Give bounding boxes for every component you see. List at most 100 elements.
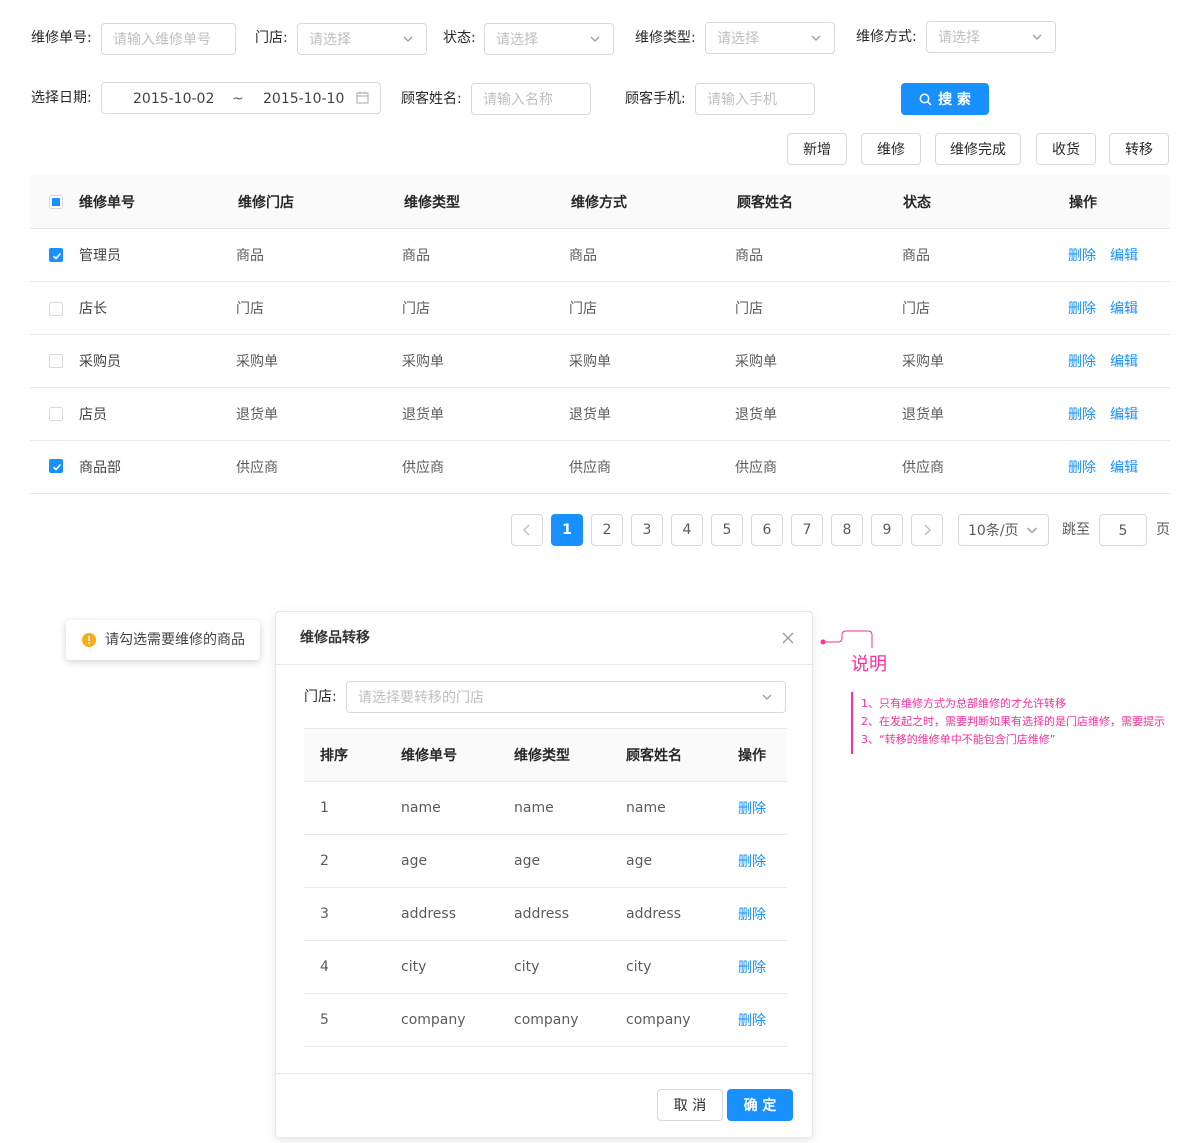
store-cell: 商品 [236,248,264,264]
repair-method-cell: 门店 [569,301,597,317]
modal-column-header: 操作 [738,748,766,764]
delete-link[interactable]: 删除 [738,782,766,834]
add-button[interactable]: 新增 [787,133,847,165]
repair-type-select[interactable]: 请选择 [705,22,835,54]
repair-type-cell: company [514,1012,579,1028]
edit-link[interactable]: 编辑 [1110,282,1138,334]
column-header: 状态 [903,194,931,211]
repair-method-placeholder: 请选择 [938,30,980,46]
customer-phone-input[interactable]: 请输入手机 [695,83,815,115]
confirm-button[interactable]: 确 定 [727,1089,793,1121]
edit-link[interactable]: 编辑 [1110,441,1138,493]
repair-method-cell: 供应商 [569,460,611,476]
delete-link[interactable]: 删除 [738,835,766,887]
chevron-down-icon [1031,31,1043,43]
customer-name-cell: name [626,800,666,816]
cancel-button[interactable]: 取 消 [657,1089,723,1121]
page-button[interactable]: 3 [631,514,663,546]
row-checkbox[interactable] [49,354,63,368]
prev-page-button[interactable] [511,514,543,546]
order-no-cell: address [401,906,457,922]
next-page-button[interactable] [911,514,943,546]
note-line: 3、“转移的维修单中不能包含门店维修” [861,733,1056,746]
delete-link[interactable]: 删除 [738,888,766,940]
delete-link[interactable]: 删除 [1068,388,1096,440]
edit-link[interactable]: 编辑 [1110,229,1138,281]
page-button[interactable]: 2 [591,514,623,546]
edit-link[interactable]: 编辑 [1110,388,1138,440]
column-header: 维修类型 [404,194,460,211]
delete-link[interactable]: 删除 [1068,441,1096,493]
customer-name-input[interactable]: 请输入名称 [471,83,591,115]
customer-name-cell: 退货单 [735,407,777,423]
row-checkbox[interactable] [49,248,63,262]
column-header: 维修单号 [79,194,135,211]
status-placeholder: 请选择 [496,32,538,48]
customer-phone-label: 顾客手机: [625,91,686,107]
edit-link[interactable]: 编辑 [1110,335,1138,387]
customer-name-cell: 门店 [735,301,763,317]
page-button[interactable]: 9 [871,514,903,546]
date-range-picker[interactable]: 2015-10-02 ~ 2015-10-10 [101,82,381,114]
chevron-down-icon [761,691,773,703]
status-select[interactable]: 请选择 [484,23,614,55]
date-start[interactable]: 2015-10-02 [133,89,214,109]
delete-link[interactable]: 删除 [1068,335,1096,387]
modal-title: 维修品转移 [300,630,370,646]
delete-link[interactable]: 删除 [738,941,766,993]
modal-table-row: 3 address address address 删除 [304,888,787,941]
calendar-icon [356,91,369,104]
select-all-checkbox[interactable] [49,195,63,209]
page-size-select[interactable]: 10条/页 [958,514,1049,546]
page-button[interactable]: 1 [551,514,583,546]
chevron-down-icon [589,33,601,45]
receive-button[interactable]: 收货 [1036,133,1096,165]
store-select[interactable]: 请选择 [297,23,427,55]
page-button[interactable]: 8 [831,514,863,546]
chevron-down-icon [1026,524,1038,536]
row-checkbox[interactable] [49,459,63,473]
repair-button[interactable]: 维修 [861,133,921,165]
modal-footer-divider [276,1073,812,1074]
repair-type-cell: city [514,959,540,975]
transfer-button[interactable]: 转移 [1109,133,1169,165]
jump-input[interactable]: 5 [1099,514,1147,546]
note-line: 1、只有维修方式为总部维修的才允许转移 [861,697,1066,710]
table-row: 店长 门店 门店 门店 门店 门店 删除 编辑 [30,282,1170,335]
store-cell: 门店 [236,301,264,317]
modal-store-select[interactable]: 请选择要转移的门店 [346,681,786,713]
delete-link[interactable]: 删除 [1068,282,1096,334]
repair-method-select[interactable]: 请选择 [926,21,1056,53]
table-row: 管理员 商品 商品 商品 商品 商品 删除 编辑 [30,229,1170,282]
close-icon[interactable] [782,632,794,644]
customer-name-cell: company [626,1012,691,1028]
order-cell: 4 [320,959,329,975]
modal-column-header: 维修单号 [401,748,457,764]
store-label: 门店: [255,30,288,46]
column-header: 维修方式 [571,194,627,211]
repair-type-cell: 商品 [402,248,430,264]
delete-link[interactable]: 删除 [1068,229,1096,281]
page-button[interactable]: 4 [671,514,703,546]
repair-type-cell: 门店 [402,301,430,317]
page-button[interactable]: 5 [711,514,743,546]
repair-done-button[interactable]: 维修完成 [935,133,1021,165]
modal-column-header: 顾客姓名 [626,748,682,764]
search-button[interactable]: 搜 索 [901,83,989,115]
note-connector [820,630,873,648]
row-checkbox[interactable] [49,407,63,421]
page-button[interactable]: 6 [751,514,783,546]
status-cell: 退货单 [902,407,944,423]
repair-type-cell: 采购单 [402,354,444,370]
customer-name-cell: city [626,959,652,975]
order-no-cell: name [401,800,441,816]
column-header: 维修门店 [238,194,294,211]
search-icon [919,93,932,106]
repair-method-cell: 商品 [569,248,597,264]
row-checkbox[interactable] [49,302,63,316]
delete-link[interactable]: 删除 [738,994,766,1046]
page-button[interactable]: 7 [791,514,823,546]
date-end[interactable]: 2015-10-10 [263,89,344,109]
order-no-input[interactable]: 请输入维修单号 [101,23,236,55]
note-line: 2、在发起之时，需要判断如果有选择的是门店维修，需要提示 [861,715,1165,728]
